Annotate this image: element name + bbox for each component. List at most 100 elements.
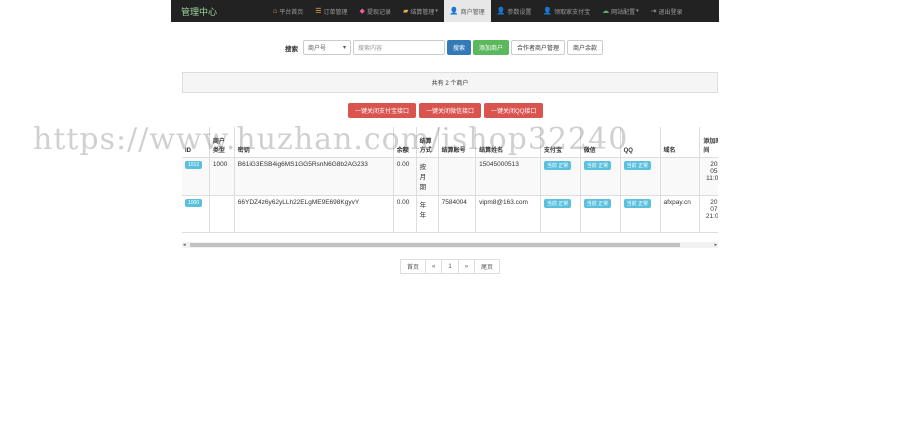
table-header-cell: 密钥: [234, 127, 394, 158]
nav-item-8[interactable]: ⇥ 退出登录: [645, 0, 689, 22]
add-time-cell: 2020- 05-01 11:00:16: [699, 157, 718, 196]
merchant-key-cell: 66YDZ4z6y62yLLh22ELgME9E698KgyvY: [234, 195, 394, 233]
user-icon: 👤: [543, 8, 553, 15]
scrollbar-thumb[interactable]: [190, 243, 680, 247]
search-type-value: 商户号: [308, 46, 327, 52]
nav-item-label: 提现记录: [366, 9, 391, 16]
close-wechat-button[interactable]: 一键关闭微信接口: [419, 103, 482, 118]
caret-down-icon: ▾: [636, 8, 639, 14]
close-qq-button[interactable]: 一键关闭QQ接口: [484, 103, 544, 118]
table-cell: 1000: [182, 195, 210, 233]
nav-item-0[interactable]: ⌂ 平台首页: [267, 0, 309, 22]
settle-name-cell: 15045000513: [475, 157, 541, 196]
domain-cell: [660, 157, 701, 196]
home-icon: ⌂: [273, 7, 278, 15]
merchant-count-text: 共有 2 个商户: [431, 81, 469, 87]
table-cell: 当前 正常: [580, 195, 621, 233]
table-row: 1012 1000 B61iG3ESB4ig6MS1GG5RsnN6G8b2AG23…: [182, 157, 718, 196]
page-next[interactable]: »: [457, 259, 476, 274]
merchant-table: ID商户 类型密钥余额结算 方式结算账号结算姓名支付宝微信QQ域名添加时 间状态…: [182, 127, 718, 233]
nav-item-label: 平台首页: [279, 9, 304, 16]
table-cell: 1012: [182, 157, 210, 196]
page-current[interactable]: 1: [441, 259, 459, 274]
table-header-cell: 结算 方式: [416, 127, 439, 158]
domain-cell: afxpay.cn: [660, 195, 701, 233]
cart-icon: ☰: [315, 8, 322, 15]
cloud-icon: ☁: [602, 8, 610, 15]
nav-item-3[interactable]: ▰ 结算管理 ▾: [397, 0, 444, 22]
nav-item-label: 参数设置: [507, 9, 532, 16]
alipay-status-badge[interactable]: 当前 正常: [543, 160, 572, 170]
folder-icon: ▰: [402, 8, 409, 15]
partner-merchant-button[interactable]: 合作者商户管理: [511, 40, 566, 55]
add-time-cell: 2016- 07-00 21:01:52: [699, 195, 718, 233]
search-type-select[interactable]: 商户号 ▾: [303, 40, 351, 55]
nav-item-label: 订单管理: [323, 9, 348, 16]
nav-item-7[interactable]: ☁ 网站配置 ▾: [596, 0, 645, 22]
gift-icon: ◆: [359, 8, 365, 15]
table-header-cell: QQ: [620, 127, 661, 158]
table-cell: 当前 正常: [620, 195, 661, 233]
merchant-table-wrapper: ID商户 类型密钥余额结算 方式结算账号结算姓名支付宝微信QQ域名添加时 间状态…: [182, 127, 718, 235]
nav-items: ⌂ 平台首页 ☰ 订单管理 ◆ 提现记录 ▰ 结算管理 ▾ 👤 商户管理 👤 参数设置 👤 领取家支付宝 ☁ 网…: [267, 0, 689, 22]
user-icon: 👤: [496, 8, 506, 15]
qq-status-badge[interactable]: 当前 正常: [623, 160, 652, 170]
brand-title[interactable]: 管理中心: [181, 5, 267, 18]
chevron-down-icon: ▾: [342, 45, 346, 51]
alipay-status-badge[interactable]: 当前 正常: [543, 198, 572, 208]
nav-item-4[interactable]: 👤 商户管理: [443, 0, 491, 22]
page-prev[interactable]: «: [425, 259, 443, 274]
page-last[interactable]: 尾页: [474, 259, 501, 274]
merchant-key-cell: B61iG3ESB4ig6MS1GG5RsnN6G8b2AG233: [234, 157, 394, 196]
table-header-cell: ID: [182, 127, 210, 158]
pagination: 首页 « 1 » 尾页: [400, 259, 501, 274]
merchant-id-badge[interactable]: 1000: [185, 198, 203, 207]
nav-item-label: 领取家支付宝: [554, 9, 591, 16]
search-button[interactable]: 搜索: [447, 40, 472, 55]
settle-method-cell: 年 年: [416, 195, 439, 233]
table-header-cell: 结算姓名: [475, 127, 541, 158]
logout-icon: ⇥: [650, 8, 657, 15]
search-input[interactable]: 搜索内容: [353, 40, 445, 55]
table-header-cell: 支付宝: [540, 127, 581, 158]
merchant-type-cell: 1000: [209, 157, 235, 196]
scroll-left-icon[interactable]: ◂: [183, 242, 186, 248]
search-label: 搜索: [285, 45, 298, 53]
nav-item-label: 结算管理: [410, 9, 435, 16]
merchant-refund-button[interactable]: 商户余款: [567, 40, 604, 55]
settle-name-cell: vipm8@163.com: [475, 195, 541, 233]
balance-cell: 0.00: [393, 195, 417, 233]
wechat-status-badge[interactable]: 当前 正常: [583, 198, 612, 208]
scroll-right-icon[interactable]: ▸: [714, 242, 717, 248]
nav-item-5[interactable]: 👤 参数设置: [491, 0, 538, 22]
nav-item-1[interactable]: ☰ 订单管理: [309, 0, 353, 22]
table-header-cell: 添加时 间: [699, 127, 718, 158]
close-alipay-button[interactable]: 一键关闭支付宝接口: [348, 103, 417, 118]
settle-method-cell: 按 月 期: [416, 157, 439, 196]
balance-cell: 0.00: [393, 157, 417, 196]
merchant-id-badge[interactable]: 1012: [185, 160, 203, 169]
table-cell: 当前 正常: [540, 157, 581, 196]
table-cell: 当前 正常: [580, 157, 621, 196]
table-body: 1012 1000 B61iG3ESB4ig6MS1GG5RsnN6G8b2AG23…: [182, 157, 718, 233]
search-bar: 搜索 商户号 ▾ 搜索内容 搜索 添加商户 合作者商户管理 商户余款: [285, 40, 604, 55]
settle-account-cell: [438, 157, 477, 196]
wechat-status-badge[interactable]: 当前 正常: [583, 160, 612, 170]
table-header-cell: 域名: [660, 127, 701, 158]
table-header-cell: 余额: [393, 127, 417, 158]
user-icon: 👤: [449, 8, 459, 15]
horizontal-scrollbar[interactable]: ◂ ▸: [182, 242, 718, 248]
bulk-actions: 一键关闭支付宝接口 一键关闭微信接口 一键关闭QQ接口: [348, 103, 544, 118]
nav-item-label: 退出登录: [658, 9, 683, 16]
qq-status-badge[interactable]: 当前 正常: [623, 198, 652, 208]
merchant-count-panel: 共有 2 个商户: [182, 72, 718, 93]
nav-item-2[interactable]: ◆ 提现记录: [354, 0, 397, 22]
nav-item-label: 网站配置: [611, 9, 636, 16]
table-header-row: ID商户 类型密钥余额结算 方式结算账号结算姓名支付宝微信QQ域名添加时 间状态…: [182, 127, 718, 158]
top-navbar: 管理中心 ⌂ 平台首页 ☰ 订单管理 ◆ 提现记录 ▰ 结算管理 ▾ 👤 商户管理 👤 参数设置 👤 领取家…: [171, 0, 719, 22]
nav-item-6[interactable]: 👤 领取家支付宝: [537, 0, 596, 22]
table-cell: 当前 正常: [620, 157, 661, 196]
table-header-cell: 微信: [580, 127, 621, 158]
add-merchant-button[interactable]: 添加商户: [473, 40, 510, 55]
page-first[interactable]: 首页: [400, 259, 427, 274]
